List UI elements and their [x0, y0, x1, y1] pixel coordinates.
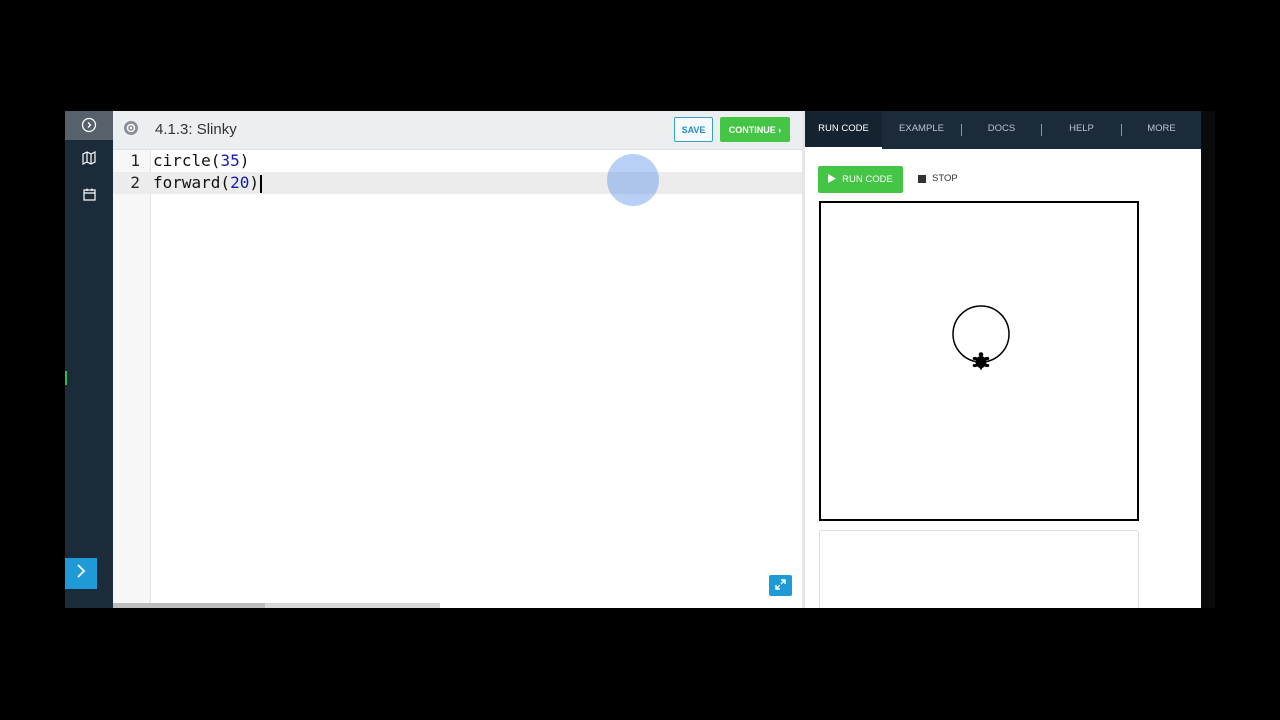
- stop-label: STOP: [932, 173, 958, 184]
- calendar-icon[interactable]: [65, 188, 113, 206]
- tab-example[interactable]: EXAMPLE: [885, 111, 958, 149]
- code-function: forward(: [153, 173, 231, 192]
- expand-sidebar-button[interactable]: [65, 558, 97, 589]
- play-icon: [828, 173, 837, 186]
- tab-help[interactable]: HELP: [1045, 111, 1118, 149]
- line-gutter: [113, 150, 151, 608]
- tab-docs[interactable]: DOCS: [965, 111, 1038, 149]
- code-number: 35: [220, 151, 240, 170]
- code-paren: ): [249, 173, 259, 192]
- tab-separator: [961, 124, 962, 136]
- code-number: 20: [230, 173, 250, 192]
- settings-icon[interactable]: [123, 120, 139, 141]
- side-rail: [65, 111, 113, 608]
- code-line[interactable]: 1 circle(35): [113, 150, 802, 172]
- text-cursor: [259, 174, 262, 193]
- tab-more[interactable]: MORE: [1125, 111, 1198, 149]
- code-editor[interactable]: 1 circle(35) 2 forward(20): [113, 150, 802, 608]
- tab-bar: RUN CODE EXAMPLE DOCS HELP MORE: [805, 111, 1201, 149]
- save-button[interactable]: SAVE: [674, 117, 713, 142]
- rail-indicator: [65, 371, 67, 385]
- help-circle-icon[interactable]: [65, 117, 113, 138]
- map-icon[interactable]: [65, 151, 113, 170]
- scrollbar-thumb[interactable]: [113, 603, 265, 608]
- window-edge: [1201, 111, 1215, 608]
- code-text[interactable]: forward(20): [153, 172, 262, 194]
- tab-separator: [1121, 124, 1122, 136]
- line-number: 1: [130, 151, 140, 170]
- fullscreen-button[interactable]: [769, 575, 792, 596]
- rail-help-button[interactable]: [65, 111, 113, 140]
- canvas-drawing: [952, 305, 1010, 371]
- line-number: 2: [130, 173, 140, 192]
- lesson-title: 4.1.3: Slinky: [155, 121, 237, 138]
- stop-button[interactable]: STOP: [918, 173, 958, 184]
- turtle-canvas: [819, 201, 1139, 521]
- expand-icon: [775, 577, 786, 595]
- run-code-label: RUN CODE: [842, 174, 893, 185]
- continue-button[interactable]: CONTINUE ›: [720, 117, 790, 142]
- console-output: [819, 530, 1139, 608]
- code-function: circle(: [153, 151, 221, 170]
- chevron-right-icon: [76, 564, 86, 583]
- run-code-button[interactable]: RUN CODE: [818, 166, 903, 193]
- editor-header: 4.1.3: Slinky SAVE CONTINUE ›: [113, 111, 802, 150]
- stop-square-icon: [918, 174, 926, 183]
- click-indicator: [607, 154, 659, 206]
- output-panel: RUN CODE EXAMPLE DOCS HELP MORE RUN CODE…: [805, 111, 1201, 608]
- code-line-active[interactable]: 2 forward(20): [113, 172, 802, 194]
- app-window: 4.1.3: Slinky SAVE CONTINUE › 1 circle(3…: [65, 111, 1201, 608]
- code-paren: ): [239, 151, 250, 170]
- code-text[interactable]: circle(35): [153, 150, 249, 172]
- tab-run-code[interactable]: RUN CODE: [805, 111, 882, 149]
- tab-separator: [1041, 124, 1042, 136]
